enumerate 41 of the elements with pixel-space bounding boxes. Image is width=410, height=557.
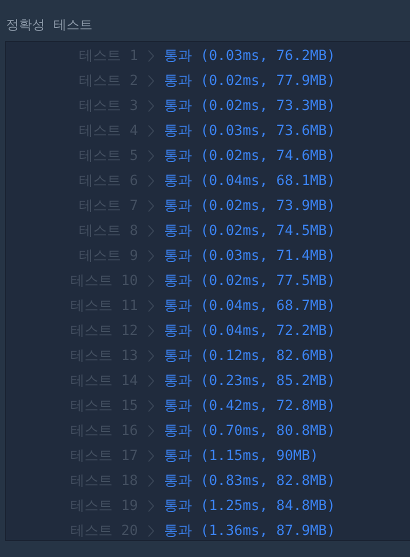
chevron-icon xyxy=(148,500,154,512)
test-result: 통과 (0.02ms, 77.5MB) xyxy=(164,272,336,290)
test-result: 통과 (0.02ms, 74.5MB) xyxy=(164,222,336,240)
test-result: 통과 (0.70ms, 80.8MB) xyxy=(164,422,336,440)
test-result: 통과 (0.83ms, 82.8MB) xyxy=(164,472,336,490)
chevron-icon xyxy=(148,50,154,62)
chevron-icon xyxy=(148,325,154,338)
chevron-icon xyxy=(148,224,154,237)
chevron-icon xyxy=(148,124,154,137)
chevron-icon xyxy=(148,200,154,212)
test-result: 통과 (0.02ms, 74.6MB) xyxy=(164,146,336,165)
chevron-icon xyxy=(148,425,154,438)
test-result: 통과 (0.23ms, 85.2MB) xyxy=(164,372,336,390)
test-result: 통과 (0.04ms, 68.7MB) xyxy=(164,296,336,315)
chevron-icon xyxy=(148,400,154,412)
chevron-icon xyxy=(148,274,154,287)
chevron-icon xyxy=(148,450,154,462)
test-result: 통과 (0.12ms, 82.6MB) xyxy=(164,347,336,366)
test-result: 통과 (0.42ms, 72.8MB) xyxy=(164,397,336,416)
test-result: 통과 (1.36ms, 87.9MB) xyxy=(164,522,336,540)
chevron-icon xyxy=(148,300,154,312)
chevron-icon xyxy=(148,74,154,87)
test-result: 통과 (0.02ms, 73.3MB) xyxy=(164,96,336,115)
test-result: 통과 (0.03ms, 71.4MB) xyxy=(164,246,336,265)
chevron-icon xyxy=(148,150,154,162)
chevron-icon xyxy=(148,174,154,187)
test-result: 통과 (1.15ms, 90MB) xyxy=(164,447,320,466)
test-result: 통과 (1.25ms, 84.8MB) xyxy=(164,497,336,516)
chevron-icon xyxy=(148,375,154,388)
test-result: 통과 (0.02ms, 73.9MB) xyxy=(164,196,336,215)
chevron-icon xyxy=(148,525,154,538)
test-result: 통과 (0.04ms, 68.1MB) xyxy=(164,172,336,190)
test-result: 통과 (0.02ms, 77.9MB) xyxy=(164,72,336,90)
chevron-icon xyxy=(148,350,154,362)
chevron-icon xyxy=(148,250,154,262)
test-result: 통과 (0.03ms, 76.2MB) xyxy=(164,46,336,65)
test-result: 통과 (0.04ms, 72.2MB) xyxy=(164,322,336,340)
chevron-icon xyxy=(148,475,154,488)
chevron-icon xyxy=(148,100,154,112)
section-title: 정확성 테스트 xyxy=(6,17,92,35)
test-result: 통과 (0.03ms, 73.6MB) xyxy=(164,122,336,140)
